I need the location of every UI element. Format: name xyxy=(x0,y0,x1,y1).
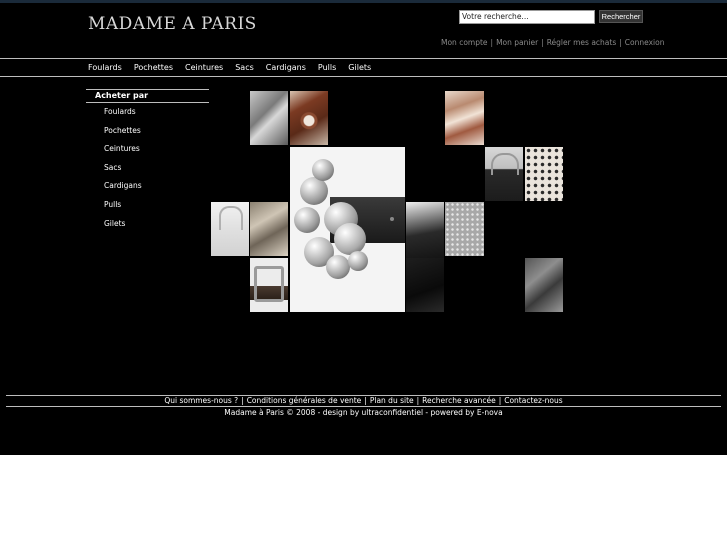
sidebar-item-cardigans[interactable]: Cardigans xyxy=(86,177,209,196)
nav-top-rule xyxy=(0,58,727,59)
footer-link-sitemap[interactable]: Plan du site xyxy=(370,396,414,405)
silver-ball-belt-tile[interactable] xyxy=(290,147,405,312)
top-accent-line xyxy=(0,0,727,3)
chain-handle xyxy=(491,153,519,175)
separator: | xyxy=(541,38,544,47)
copyright: Madame à Paris © 2008 - design by ultrac… xyxy=(224,408,503,417)
silver-ball xyxy=(312,159,334,181)
search-input[interactable] xyxy=(459,10,595,24)
my-cart-link[interactable]: Mon panier xyxy=(496,38,538,47)
silver-ball xyxy=(348,251,368,271)
search-button[interactable]: Rechercher xyxy=(599,10,643,23)
sidebar-title: Acheter par xyxy=(86,89,209,103)
nav-item-foulards[interactable]: Foulards xyxy=(88,63,122,72)
site-logo[interactable]: MADAME A PARIS xyxy=(88,14,257,34)
belt-buckle xyxy=(254,266,284,302)
buckle-belt-tile[interactable] xyxy=(250,258,288,312)
separator: | xyxy=(241,396,244,405)
sidebar-item-foulards[interactable]: Foulards xyxy=(86,103,209,122)
sidebar-item-ceintures[interactable]: Ceintures xyxy=(86,140,209,159)
nav-item-ceintures[interactable]: Ceintures xyxy=(185,63,223,72)
leather-eyelet-belt-tile[interactable] xyxy=(290,91,328,145)
grey-cardigan-tile[interactable] xyxy=(525,258,563,312)
sidebar-item-pulls[interactable]: Pulls xyxy=(86,196,209,215)
footer-bottom-rule xyxy=(6,406,721,407)
my-account-link[interactable]: Mon compte xyxy=(441,38,488,47)
belt-eyelet xyxy=(390,217,394,221)
login-link[interactable]: Connexion xyxy=(625,38,665,47)
footer-link-terms[interactable]: Conditions générales de vente xyxy=(247,396,362,405)
footer-link-advanced-search[interactable]: Recherche avancée xyxy=(422,396,496,405)
main-nav: Foulards Pochettes Ceintures Sacs Cardigans P… xyxy=(88,63,383,72)
separator: | xyxy=(490,38,494,47)
separator: | xyxy=(498,396,502,405)
nav-item-cardigans[interactable]: Cardigans xyxy=(266,63,306,72)
checkout-link[interactable]: Régler mes achats xyxy=(547,38,617,47)
sidebar: Acheter par Foulards Pochettes Ceintures… xyxy=(86,89,209,233)
silver-ball xyxy=(334,223,366,255)
footer-links: Qui sommes-nous ? | Conditions générales d… xyxy=(0,396,727,405)
chain-handle xyxy=(219,206,243,230)
separator: | xyxy=(364,396,367,405)
sidebar-item-sacs[interactable]: Sacs xyxy=(86,159,209,178)
white-chain-bag-tile[interactable] xyxy=(211,202,249,256)
silver-ball xyxy=(326,255,350,279)
account-links: Mon compte | Mon panier | Régler mes achats |… xyxy=(441,38,664,47)
sidebar-item-gilets[interactable]: Gilets xyxy=(86,215,209,234)
footer-link-contact[interactable]: Contactez-nous xyxy=(504,396,562,405)
patterned-scarf-tile[interactable] xyxy=(525,147,563,201)
studded-pochette-tile[interactable] xyxy=(250,202,288,256)
nav-item-sacs[interactable]: Sacs xyxy=(235,63,254,72)
nav-bottom-rule xyxy=(0,76,727,77)
grey-knit-tile[interactable] xyxy=(250,91,288,145)
footer-link-about[interactable]: Qui sommes-nous ? xyxy=(164,396,238,405)
page: MADAME A PARIS Rechercher Mon compte|Mon… xyxy=(0,0,727,455)
grey-studded-bag-tile[interactable] xyxy=(445,202,484,256)
chain-bag-tile[interactable] xyxy=(485,147,523,201)
black-stitched-tile[interactable] xyxy=(406,258,444,312)
separator: | xyxy=(416,396,420,405)
silver-ball xyxy=(294,207,320,233)
separator: | xyxy=(619,38,622,47)
nav-item-pochettes[interactable]: Pochettes xyxy=(134,63,173,72)
silk-scarf-tile[interactable] xyxy=(445,91,484,145)
silver-ball xyxy=(300,177,328,205)
nav-item-gilets[interactable]: Gilets xyxy=(348,63,371,72)
sidebar-item-pochettes[interactable]: Pochettes xyxy=(86,122,209,141)
nav-item-pulls[interactable]: Pulls xyxy=(318,63,336,72)
